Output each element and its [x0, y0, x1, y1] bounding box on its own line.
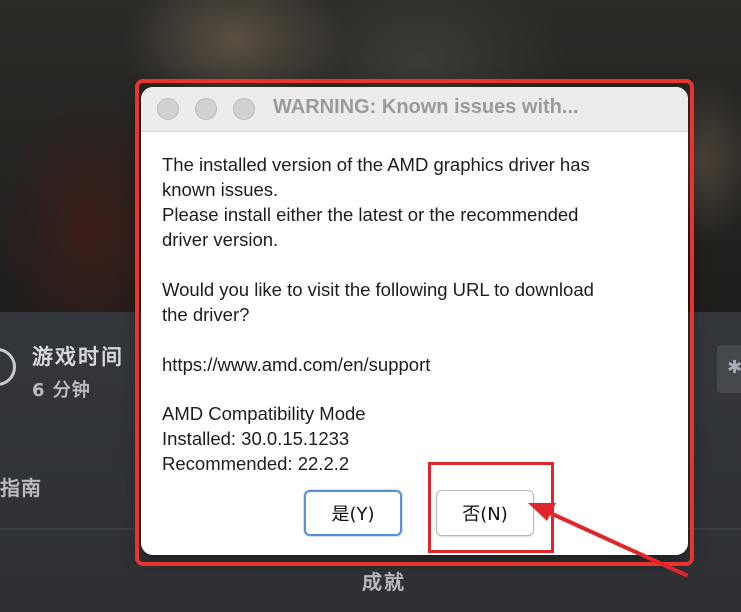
gear-icon: ✱ — [727, 357, 741, 378]
achievements-link[interactable]: 成就 — [362, 566, 406, 595]
guide-link[interactable]: 指南 — [0, 472, 42, 501]
playtime-label: 游戏时间 — [32, 345, 124, 369]
playtime-value: 6 分钟 — [32, 380, 91, 401]
annotation-highlight-box — [428, 462, 554, 553]
annotation-dialog-outline — [135, 79, 694, 566]
settings-button[interactable]: ✱ — [717, 345, 741, 393]
